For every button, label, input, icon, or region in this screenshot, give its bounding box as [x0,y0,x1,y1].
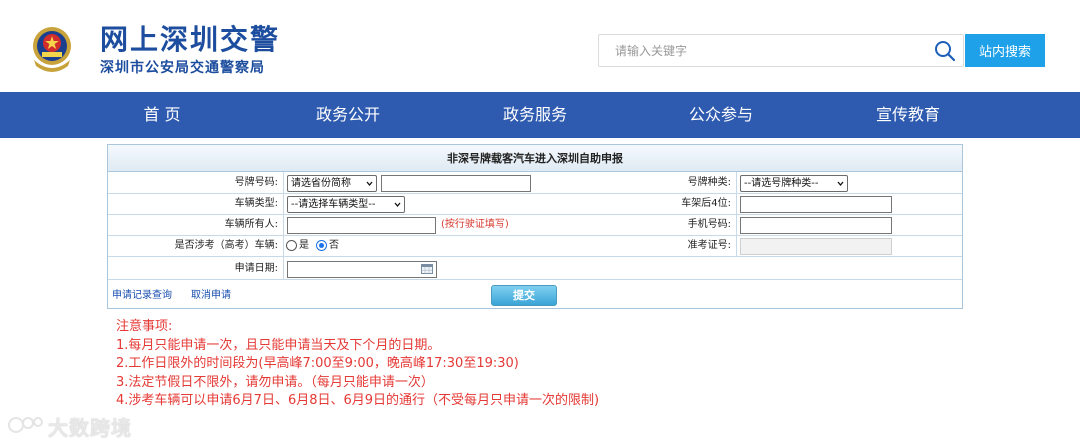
chevron-down-icon [837,181,844,187]
page: 网上深圳交警 深圳市公安局交通警察局 站内搜索 首 页 政务公开 政务服务 公众… [0,0,1080,444]
exam-vehicle-label: 是否涉考（高考）车辆: [174,240,278,251]
exam-vehicle-no-radio[interactable] [316,240,327,251]
notice-item: 4.涉考车辆可以申请6月7日、6月8日、6月9日的通行（不受每月只申请一次的限制… [116,393,600,408]
police-emblem-icon [33,27,71,72]
plate-number-input[interactable] [381,175,531,192]
submit-button[interactable]: 提交 [491,285,557,306]
record-query-link[interactable]: 申请记录查询 [112,286,172,306]
vehicle-type-select[interactable]: --请选择车辆类型-- [287,196,405,213]
plate-province-select[interactable]: 请选省份简称 [287,175,377,192]
chevron-down-icon [366,181,373,187]
main-nav: 首 页 政务公开 政务服务 公众参与 宣传教育 [0,92,1080,138]
apply-date-label: 申请日期: [234,263,278,274]
plate-type-selected-value: --请选号牌种类-- [744,178,819,189]
cancel-application-link[interactable]: 取消申请 [191,286,231,306]
phone-input[interactable] [740,217,892,234]
notice-item: 1.每月只能申请一次，且只能申请当天及下个月的日期。 [116,337,441,353]
exam-ticket-input[interactable] [740,238,892,255]
frame-last4-input[interactable] [740,196,892,213]
owner-hint: (按行驶证填写) [441,219,509,230]
site-search-button[interactable]: 站内搜索 [965,34,1045,67]
nav-item-public-participation[interactable]: 公众参与 [651,92,791,138]
chevron-down-icon [394,202,401,208]
plate-number-label: 号牌号码: [234,177,278,188]
exam-ticket-label: 准考证号: [687,240,731,251]
notice-title: 注意事项: [116,319,173,334]
application-form: 非深号牌载客汽车进入深圳自助申报 号牌号码: 请选省份简称 号牌种类: --请选… [107,144,963,309]
owner-input[interactable] [287,217,436,234]
nav-item-government-services[interactable]: 政务服务 [465,92,605,138]
row-divider [108,256,962,257]
nav-item-home[interactable]: 首 页 [92,92,232,138]
vehicle-type-selected-value: --请选择车辆类型-- [291,199,376,210]
plate-type-select[interactable]: --请选号牌种类-- [740,175,848,192]
row-divider [108,279,962,280]
watermark-text: 大数跨境 [48,416,132,440]
exam-vehicle-yes-label: 是 [299,240,309,251]
frame-last4-label: 车架后4位: [681,198,731,209]
owner-label: 车辆所有人: [224,219,278,230]
watermark-logo-icon [8,417,43,433]
search-icon[interactable] [934,40,956,62]
column-divider [283,172,284,279]
notice-item: 3.法定节假日不限外，请勿申请。（每月只能申请一次） [116,374,434,390]
column-divider [736,172,737,256]
plate-type-label: 号牌种类: [687,177,731,188]
calendar-icon[interactable] [421,264,433,274]
site-header: 网上深圳交警 深圳市公安局交通警察局 站内搜索 [0,0,1080,92]
site-subtitle: 深圳市公安局交通警察局 [100,60,265,76]
site-title: 网上深圳交警 [100,23,281,56]
nav-item-publicity-education[interactable]: 宣传教育 [838,92,978,138]
search-box [598,34,964,67]
notice-section: 注意事项: 1.每月只能申请一次，且只能申请当天及下个月的日期。 2.工作日限外… [116,318,599,411]
exam-vehicle-no-label: 否 [329,240,339,251]
search-input[interactable] [615,35,915,66]
phone-label: 手机号码: [687,219,731,230]
notice-item: 2.工作日限外的时间段为(早高峰7:00至9:00，晚高峰17:30至19:30… [116,356,519,371]
nav-item-government-affairs[interactable]: 政务公开 [278,92,418,138]
apply-date-input[interactable] [287,261,437,278]
vehicle-type-label: 车辆类型: [234,198,278,209]
exam-vehicle-yes-radio[interactable] [286,240,297,251]
plate-province-selected-value: 请选省份简称 [291,178,351,189]
form-title: 非深号牌载客汽车进入深圳自助申报 [108,145,962,172]
